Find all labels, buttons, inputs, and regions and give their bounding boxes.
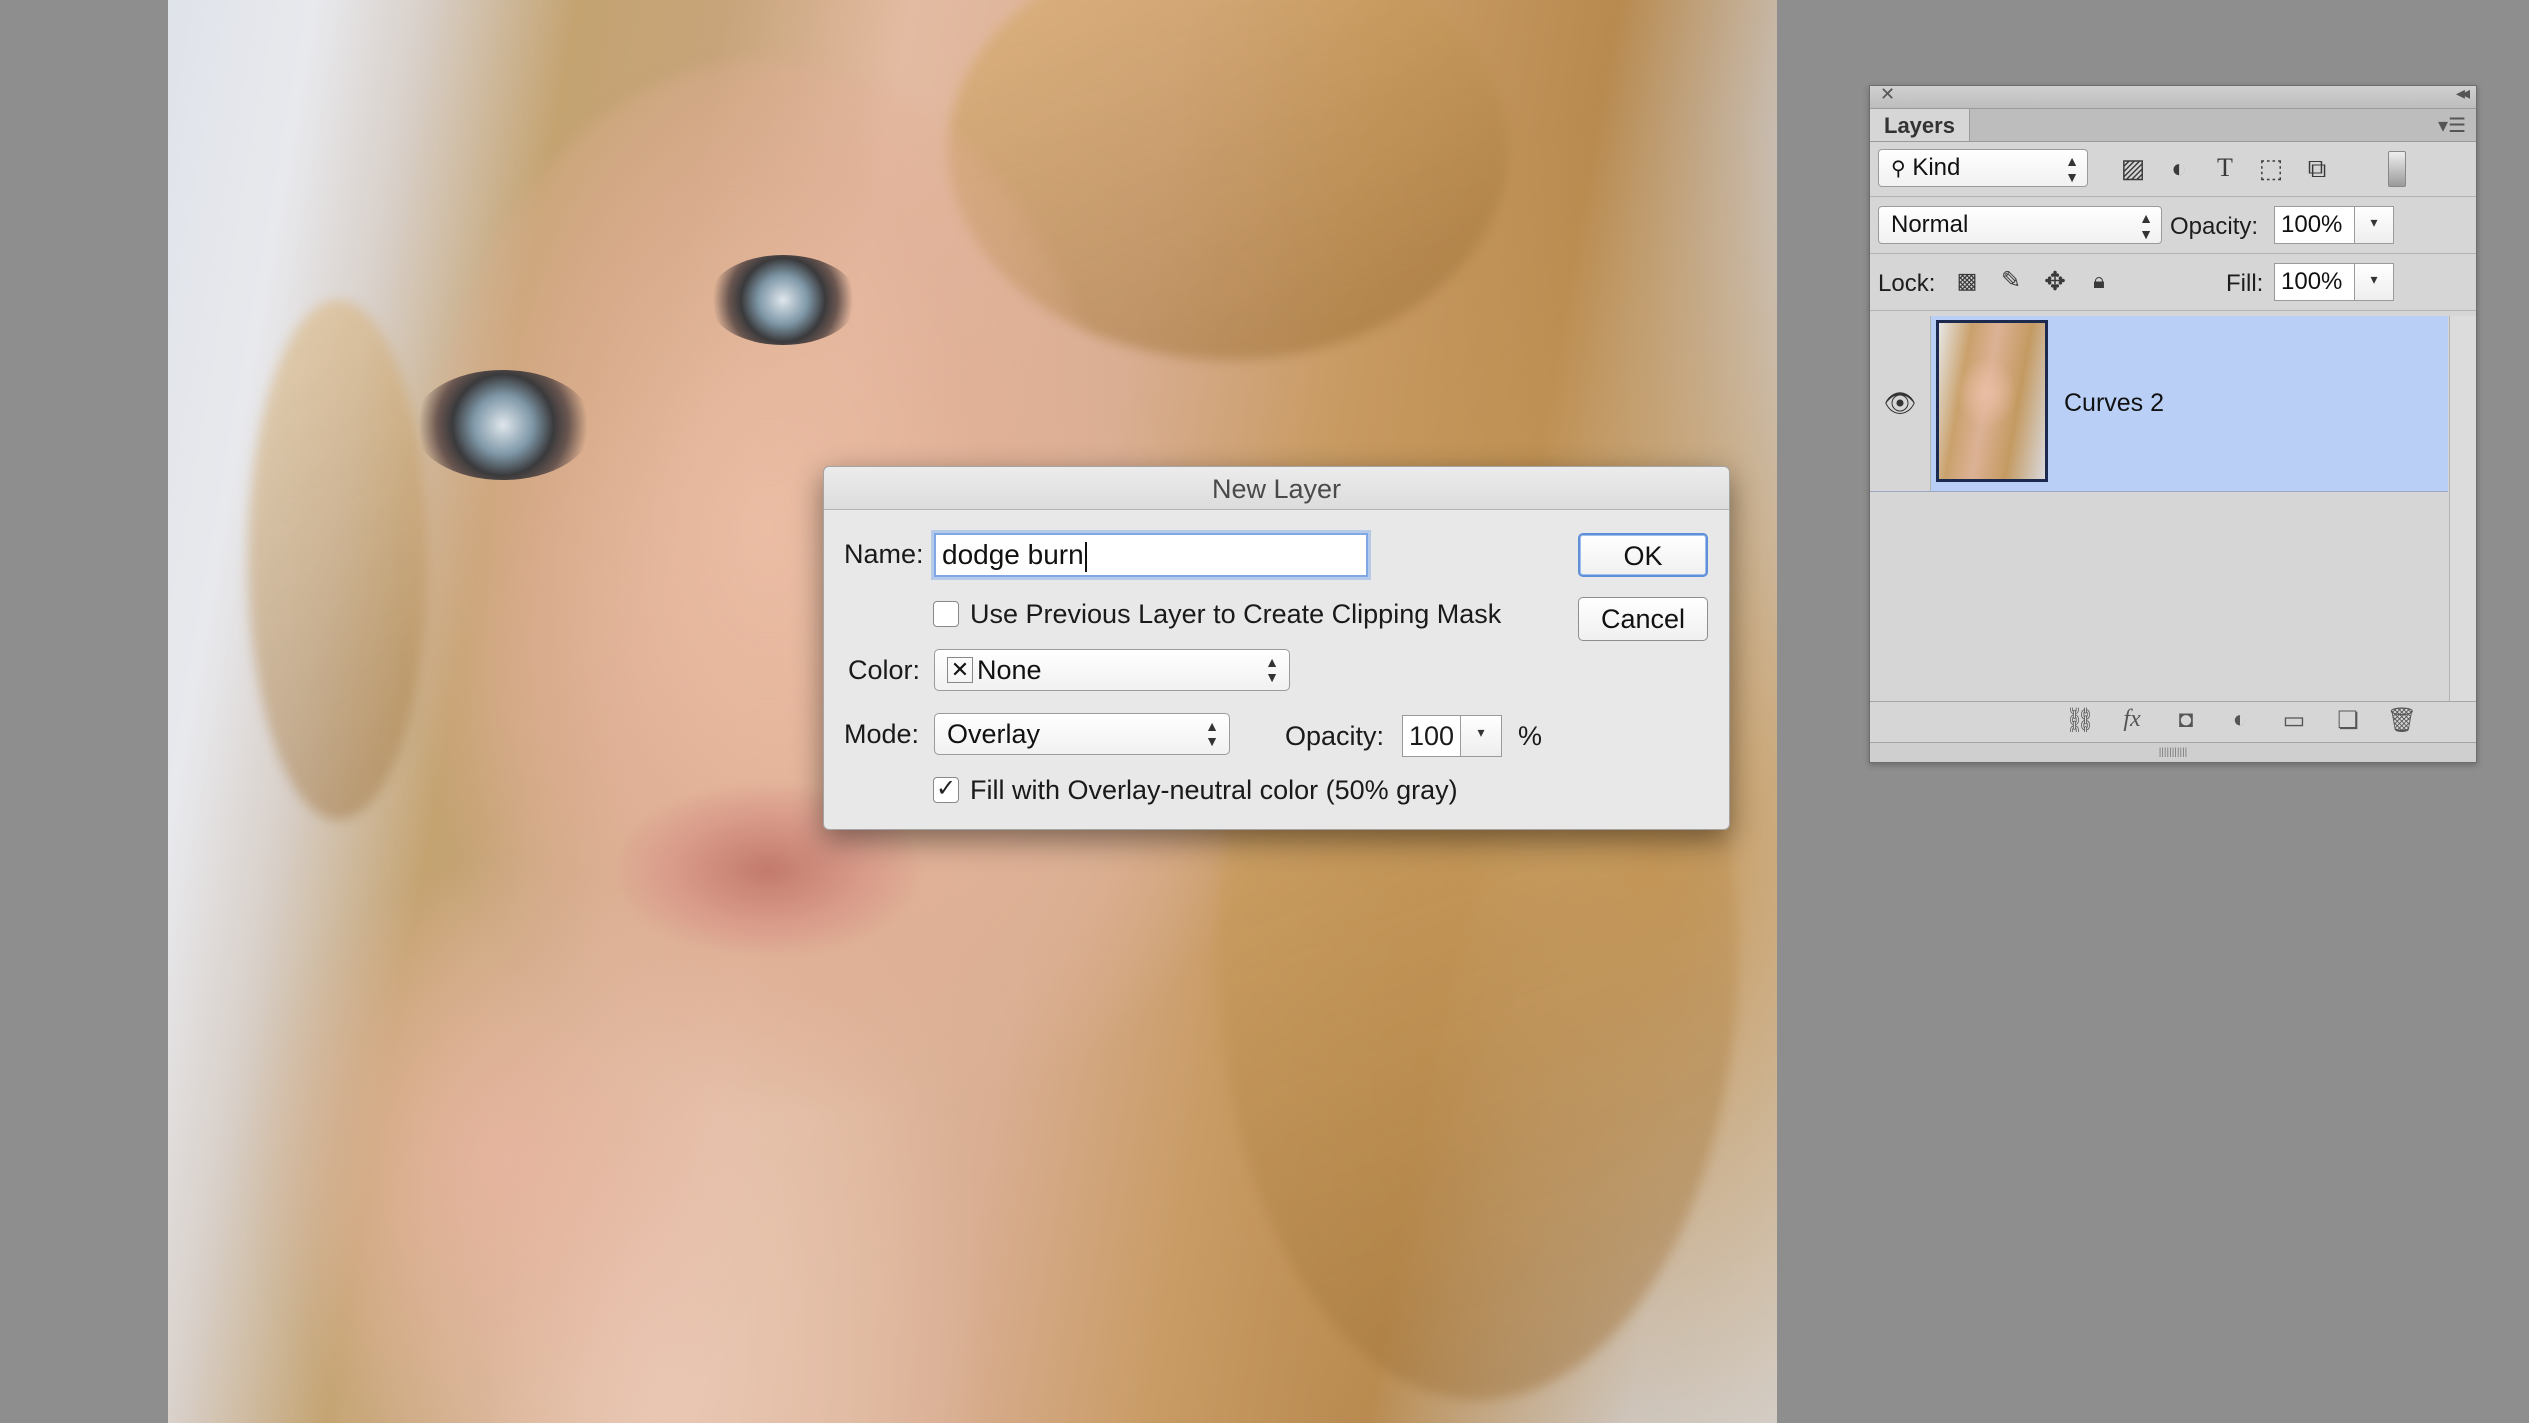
layer-row[interactable]: 👁︎ Curves 2 xyxy=(1870,316,2448,492)
fill-field[interactable]: 100% xyxy=(2274,263,2356,301)
blend-mode-value: Normal xyxy=(1891,211,1969,238)
visibility-eye-icon[interactable]: 👁︎ xyxy=(1870,316,1931,491)
new-layer-icon[interactable]: ❏ xyxy=(2330,706,2366,735)
blend-row: Normal ▲ ▼ Opacity: 100% ▾ xyxy=(1870,197,2476,254)
filter-kind-select[interactable]: ⚲ Kind ▲ ▼ xyxy=(1878,149,2088,187)
panel-footer: ⛓︎ fx ◘ ◐ ▭ ❏ 🗑︎ xyxy=(1870,701,2476,742)
photo-eye-left xyxy=(413,370,593,480)
lock-label: Lock: xyxy=(1878,270,1936,297)
select-arrows-icon: ▲ ▼ xyxy=(1205,718,1219,749)
opacity-dropdown-icon[interactable]: ▾ xyxy=(1460,715,1502,757)
dialog-title: New Layer xyxy=(824,467,1729,510)
layer-name-value: dodge burn xyxy=(942,539,1084,570)
adjustment-layer-filter-icon[interactable]: ◐ xyxy=(2162,153,2196,183)
select-arrows-icon: ▲ ▼ xyxy=(2139,210,2153,242)
color-value: None xyxy=(977,655,1042,685)
new-adjustment-layer-icon[interactable]: ◐ xyxy=(2222,706,2258,734)
clipping-mask-checkbox[interactable] xyxy=(933,601,959,627)
new-group-folder-icon[interactable]: ▭ xyxy=(2276,706,2312,735)
fill-dropdown-icon[interactable]: ▾ xyxy=(2354,263,2394,301)
select-arrows-icon: ▲ ▼ xyxy=(1265,654,1279,685)
layer-name-input[interactable]: dodge burn xyxy=(934,533,1368,577)
clipping-mask-label: Use Previous Layer to Create Clipping Ma… xyxy=(970,599,1502,629)
layer-name[interactable]: Curves 2 xyxy=(2064,316,2164,491)
fill-label: Fill: xyxy=(2226,270,2264,297)
filter-kind-value: Kind xyxy=(1912,154,1961,181)
ok-button[interactable]: OK xyxy=(1578,533,1708,577)
panel-collapse-icon[interactable]: ◂◂ xyxy=(2456,83,2470,104)
color-label: Color: xyxy=(848,655,921,685)
panel-tab-row: Layers ▾☰ xyxy=(1870,109,2476,142)
panel-resize-grip[interactable]: ||||||||||| xyxy=(1870,742,2476,762)
layers-scrollbar[interactable] xyxy=(2449,316,2476,706)
mode-value: Overlay xyxy=(947,719,1041,749)
opacity-field[interactable]: 100% xyxy=(2274,206,2356,244)
type-layer-filter-icon[interactable]: T xyxy=(2208,153,2242,183)
search-icon: ⚲ xyxy=(1891,158,1906,180)
cancel-button[interactable]: Cancel xyxy=(1578,597,1708,641)
neutral-fill-checkbox[interactable]: ✓ xyxy=(933,777,959,803)
smart-object-filter-icon[interactable]: ⧉ xyxy=(2300,153,2334,183)
name-label: Name: xyxy=(844,539,924,569)
filter-row: ⚲ Kind ▲ ▼ ▨ ◐ T ⬚ ⧉ xyxy=(1870,141,2476,197)
no-color-x-icon: ✕ xyxy=(947,656,973,683)
color-select[interactable]: ✕ None ▲ ▼ xyxy=(934,649,1290,691)
opacity-percent-unit: % xyxy=(1518,721,1543,751)
panel-titlebar: ✕ ◂◂ xyxy=(1870,83,2476,109)
new-layer-dialog: New Layer Name: dodge burn OK Cancel Use… xyxy=(823,466,1730,830)
layers-panel: ✕ ◂◂ Layers ▾☰ ⚲ Kind ▲ ▼ ▨ ◐ T ⬚ ⧉ Norma… xyxy=(1869,83,2477,763)
text-caret xyxy=(1084,541,1087,572)
lock-image-pixels-icon[interactable]: ✎ xyxy=(1994,266,2028,296)
add-mask-icon[interactable]: ◘ xyxy=(2168,706,2204,734)
lock-row: Lock: ▩ ✎ ✥ 🔒︎ Fill: 100% ▾ xyxy=(1870,254,2476,311)
pixel-layer-filter-icon[interactable]: ▨ xyxy=(2116,153,2150,183)
tab-layers[interactable]: Layers xyxy=(1870,109,1970,141)
photo-eye-right xyxy=(708,255,858,345)
lock-transparent-pixels-icon[interactable]: ▩ xyxy=(1950,266,1984,296)
photo-hair-left xyxy=(248,300,428,820)
blend-mode-select[interactable]: Normal ▲ ▼ xyxy=(1878,206,2162,244)
panel-close-icon[interactable]: ✕ xyxy=(1880,84,1895,105)
lock-all-icon[interactable]: 🔒︎ xyxy=(2082,266,2116,296)
opacity-label: Opacity: xyxy=(2170,213,2259,240)
link-layers-icon[interactable]: ⛓︎ xyxy=(2062,706,2098,735)
select-arrows-icon: ▲ ▼ xyxy=(2065,153,2079,185)
opacity-label: Opacity: xyxy=(1285,721,1385,751)
delete-layer-trash-icon[interactable]: 🗑︎ xyxy=(2384,706,2420,735)
lock-position-icon[interactable]: ✥ xyxy=(2038,266,2072,296)
opacity-input[interactable]: 100 xyxy=(1402,715,1462,757)
neutral-fill-label: Fill with Overlay-neutral color (50% gra… xyxy=(970,775,1458,805)
shape-layer-filter-icon[interactable]: ⬚ xyxy=(2254,153,2288,183)
panel-menu-icon[interactable]: ▾☰ xyxy=(2438,113,2466,138)
layer-thumbnail[interactable] xyxy=(1936,320,2048,482)
opacity-dropdown-icon[interactable]: ▾ xyxy=(2354,206,2394,244)
mode-select[interactable]: Overlay ▲ ▼ xyxy=(934,713,1230,755)
layer-style-fx-icon[interactable]: fx xyxy=(2114,706,2150,733)
filter-toggle-switch[interactable] xyxy=(2388,151,2406,187)
mode-label: Mode: xyxy=(844,719,920,749)
